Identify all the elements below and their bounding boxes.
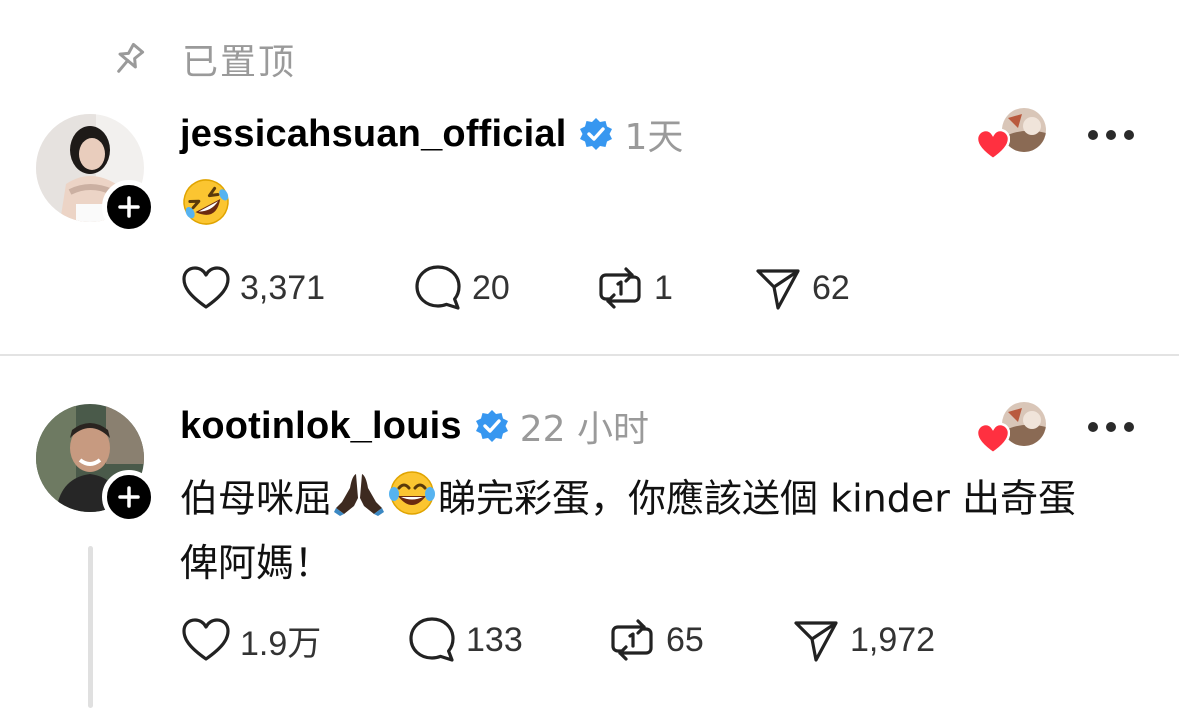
heart-outline-icon [180,262,232,314]
avatar-container[interactable] [36,404,156,524]
post-actions: 1.9万 133 65 1,972 [180,612,935,668]
repost-count: 1 [654,268,673,307]
post-text-part-1: 伯母咪屈 [180,476,333,521]
reply-count: 133 [466,620,523,659]
heart-icon [976,422,1010,455]
follow-button[interactable] [102,470,156,524]
verified-badge-icon [474,408,510,444]
like-count: 3,371 [240,268,326,307]
username[interactable]: jessicahsuan_official [180,113,566,156]
post-divider [0,354,1179,356]
heart-outline-icon [180,614,232,666]
plus-icon [118,486,140,508]
follow-button[interactable] [102,180,156,234]
verified-badge-icon [578,116,614,152]
like-button[interactable]: 3,371 [180,262,412,314]
comment-icon [412,262,464,314]
reply-button[interactable]: 133 [406,614,606,666]
post-text-line-1: 伯母咪屈 睇完彩蛋，你應該送個 kinder 出奇蛋 [180,468,1150,534]
username[interactable]: kootinlok_louis [180,405,462,448]
liked-by-indicator[interactable] [976,106,1050,164]
liked-by-indicator[interactable] [976,400,1050,458]
send-icon [752,262,804,314]
comment-icon [406,614,458,666]
send-icon [790,614,842,666]
share-count: 62 [812,268,850,307]
plus-icon [118,196,140,218]
heart-icon [976,128,1010,161]
rolling-laughing-emoji-icon [180,176,232,244]
post-time: 1天 [624,117,684,158]
thread-post-1[interactable]: jessicahsuan_official 1天 3,371 20 1 62 [0,100,1179,354]
post-text-line-2: 俾阿媽！ [180,541,333,585]
share-button[interactable]: 1,972 [790,614,935,666]
post-header: kootinlok_louis 22 小时 [180,396,649,456]
avatar-container[interactable] [36,114,156,234]
more-options-icon[interactable] [1088,420,1134,434]
folded-hands-emoji-icon [332,468,386,534]
repost-button[interactable]: 65 [606,614,790,666]
share-count: 1,972 [850,620,936,659]
like-count: 1.9万 [240,624,322,663]
repost-icon [606,614,658,666]
more-options-icon[interactable] [1088,128,1134,142]
repost-count: 65 [666,620,704,659]
post-content: 伯母咪屈 睇完彩蛋，你應該送個 kinder 出奇蛋 俾阿媽！ [180,468,1150,592]
post-content [180,176,232,244]
post-text-part-2: 睇完彩蛋，你應該送個 kinder 出奇蛋 [438,476,1076,521]
repost-button[interactable]: 1 [594,262,752,314]
pin-icon [108,38,150,80]
post-header: jessicahsuan_official 1天 [180,104,683,164]
tears-of-joy-emoji-icon [386,468,438,534]
pinned-indicator: 已置顶 [108,34,296,84]
reply-count: 20 [472,268,510,307]
repost-icon [594,262,646,314]
post-time: 22 小时 [519,409,649,450]
pinned-label: 已置顶 [182,42,297,83]
reply-button[interactable]: 20 [412,262,594,314]
thread-post-2[interactable]: kootinlok_louis 22 小时 伯母咪屈 睇完彩蛋，你應該送個 ki… [0,396,1179,715]
share-button[interactable]: 62 [752,262,850,314]
post-actions: 3,371 20 1 62 [180,260,850,316]
like-button[interactable]: 1.9万 [180,614,406,666]
thread-line [88,546,93,708]
